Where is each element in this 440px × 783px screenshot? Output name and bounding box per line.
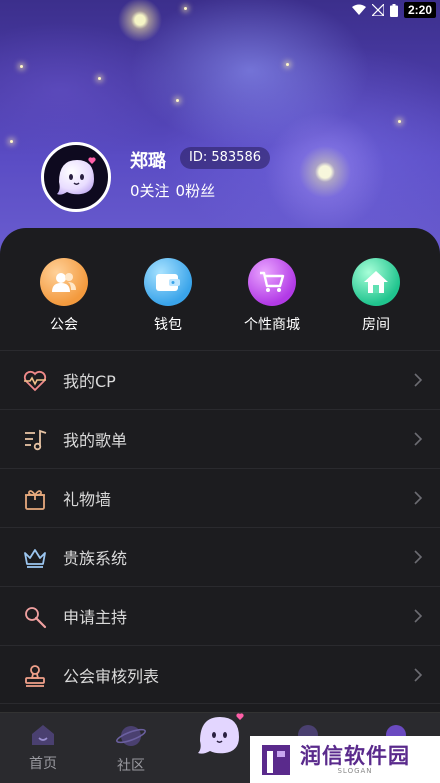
main-panel: 公会 钱包 个性商城 房间 我的CP 我的歌单 礼物墙 贵族系统 申请主持 公会…: [0, 228, 440, 712]
microphone-icon: [25, 607, 47, 629]
stamp-icon: [25, 665, 45, 687]
quick-action-label: 个性商城: [244, 317, 300, 333]
wifi-icon: [351, 4, 366, 15]
star: [10, 140, 13, 143]
chevron-right-icon: [414, 550, 423, 564]
menu-item-apply-host[interactable]: 申请主持: [0, 586, 440, 645]
nav-center-mascot[interactable]: [190, 711, 250, 763]
star: [286, 63, 289, 66]
ghost-mascot-icon: [198, 713, 244, 754]
cart-icon: [248, 258, 296, 306]
nav-label: 首页: [29, 756, 57, 772]
menu-item-label: 申请主持: [63, 608, 128, 627]
watermark-text: 润信软件园: [300, 743, 410, 768]
chevron-right-icon: [414, 491, 423, 505]
watermark-sub: SLOGAN: [337, 766, 373, 775]
guild-icon: [40, 258, 88, 306]
watermark-logo: 润信软件园 SLOGAN: [250, 736, 440, 783]
chevron-right-icon: [414, 667, 423, 682]
menu-item-label: 贵族系统: [63, 549, 128, 568]
quick-actions: 公会 钱包 个性商城 房间: [0, 258, 440, 338]
menu-item-label: 我的歌单: [63, 431, 128, 450]
chevron-right-icon: [414, 609, 423, 623]
status-time: 2:20: [403, 2, 436, 18]
chevron-right-icon: [414, 373, 423, 387]
username: 郑璐: [130, 151, 166, 172]
chevron-right-icon: [414, 432, 423, 446]
menu-item-my-playlist[interactable]: 我的歌单: [0, 409, 440, 468]
nav-home[interactable]: 首页: [13, 723, 73, 773]
signal-icon: [371, 4, 384, 16]
star: [184, 7, 187, 10]
nav-community[interactable]: 社区: [101, 723, 161, 775]
menu-item-gift-wall[interactable]: 礼物墙: [0, 468, 440, 527]
menu-list: 我的CP 我的歌单 礼物墙 贵族系统 申请主持 公会审核列表: [0, 350, 440, 704]
menu-item-guild-review[interactable]: 公会审核列表: [0, 645, 440, 704]
follow-stats: 0关注 0粉丝: [130, 180, 215, 201]
ghost-mascot-icon: [57, 157, 96, 195]
battery-icon: [389, 3, 398, 17]
menu-item-label: 礼物墙: [63, 490, 112, 509]
nav-label: 社区: [117, 758, 145, 774]
quick-action-guild[interactable]: 公会: [19, 258, 109, 334]
star: [398, 120, 401, 123]
wallet-icon: [144, 258, 192, 306]
quick-action-room[interactable]: 房间: [331, 258, 421, 334]
menu-item-nobility[interactable]: 贵族系统: [0, 527, 440, 586]
avatar[interactable]: [41, 142, 111, 212]
fans-count[interactable]: 0粉丝: [176, 180, 216, 201]
planet-icon: [116, 726, 146, 746]
gift-icon: [25, 490, 45, 510]
quick-action-label: 钱包: [154, 317, 182, 333]
home-nav-icon: [32, 725, 54, 745]
star: [20, 65, 23, 68]
star: [98, 77, 101, 80]
music-list-icon: [25, 429, 47, 451]
quick-action-label: 公会: [50, 317, 78, 333]
quick-action-mall[interactable]: 个性商城: [227, 258, 317, 334]
following-count[interactable]: 0关注: [130, 180, 170, 201]
menu-item-label: 我的CP: [63, 372, 116, 391]
quick-action-wallet[interactable]: 钱包: [123, 258, 213, 334]
star: [176, 99, 179, 102]
heartbeat-icon: [23, 370, 47, 392]
status-bar: 2:20: [351, 0, 440, 20]
crown-icon: [24, 549, 46, 568]
menu-item-label: 公会审核列表: [63, 666, 160, 686]
menu-item-my-cp[interactable]: 我的CP: [0, 350, 440, 409]
profile-header-background: [0, 0, 440, 262]
quick-action-label: 房间: [362, 317, 390, 333]
user-id-badge: ID: 583586: [180, 147, 270, 169]
home-icon: [352, 258, 400, 306]
watermark-logo-icon: [262, 744, 290, 775]
